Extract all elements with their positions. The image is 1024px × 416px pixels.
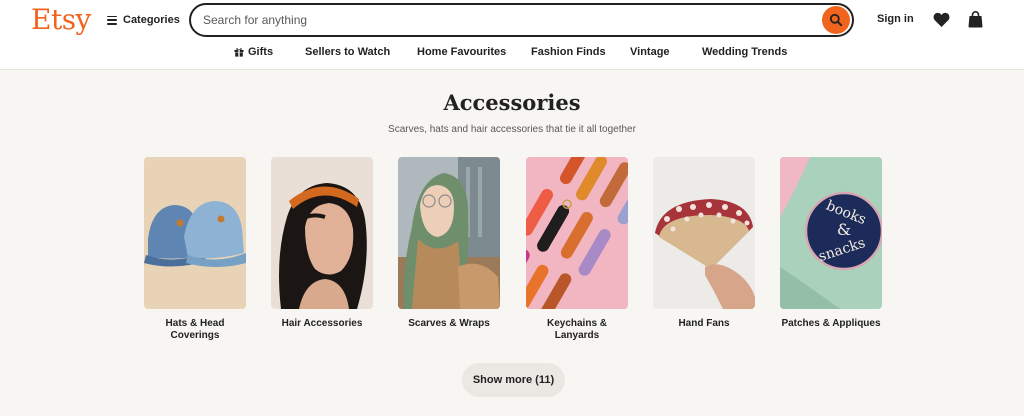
categories-label: Categories [123,14,180,26]
hats-image [144,157,246,309]
keychains-lanyards-image [526,157,628,309]
search-icon [829,13,843,27]
cart-button[interactable] [968,11,983,33]
category-tile-hats[interactable]: Hats & Head Coverings [144,157,246,342]
categories-button[interactable]: Categories [107,12,180,28]
patches-appliques-image: books & snacks [780,157,882,309]
category-tile-hand-fans[interactable]: Hand Fans [653,157,755,330]
tile-label: Hand Fans [678,318,730,329]
nav-item-wedding-trends[interactable]: Wedding Trends [702,46,787,58]
heart-icon [933,12,950,27]
gift-icon [234,48,244,57]
search-button[interactable] [822,6,850,34]
nav-item-vintage[interactable]: Vintage [630,46,670,58]
nav-item-fashion-finds[interactable]: Fashion Finds [531,46,606,58]
nav-item-label: Sellers to Watch [305,46,391,58]
nav-item-label: Gifts [248,46,274,58]
search-bar [189,3,854,37]
section-title: Accessories [443,90,581,115]
tile-label: Keychains & Lanyards [546,318,608,341]
site-header: Etsy Categories Sign in [0,0,1024,70]
nav-item-label: Fashion Finds [531,46,606,58]
section-subtitle: Scarves, hats and hair accessories that … [388,124,636,135]
show-more-button[interactable]: Show more (11) [462,363,565,397]
nav-item-sellers-to-watch[interactable]: Sellers to Watch [305,46,390,58]
nav-item-home-favourites[interactable]: Home Favourites [417,46,506,58]
menu-icon [107,15,117,25]
nav-item-gifts[interactable]: Gifts [234,46,273,58]
category-tile-scarves-wraps[interactable]: Scarves & Wraps [398,157,500,330]
svg-text:&: & [837,220,851,239]
nav-item-label: Wedding Trends [702,46,788,58]
category-tile-hair-accessories[interactable]: Hair Accessories [271,157,373,330]
nav-item-label: Home Favourites [417,46,507,58]
etsy-logo[interactable]: Etsy [31,3,91,36]
category-nav: Gifts Sellers to Watch Home Favourites F… [0,44,1024,62]
scarves-wraps-image [398,157,500,309]
tile-label: Scarves & Wraps [408,318,490,329]
tile-label: Patches & Appliques [781,318,881,329]
category-tile-patches-appliques[interactable]: books & snacks Patches & Appliques [780,157,882,330]
nav-item-label: Vintage [630,46,670,58]
hair-accessories-image [271,157,373,309]
tile-label: Hats & Head Coverings [165,318,225,341]
search-input[interactable] [203,5,803,35]
favourites-button[interactable] [933,12,950,32]
tile-label: Hair Accessories [281,318,363,329]
sign-in-link[interactable]: Sign in [877,13,914,25]
hand-fans-image [653,157,755,309]
shopping-bag-icon [968,11,983,28]
category-tile-keychains-lanyards[interactable]: Keychains & Lanyards [526,157,628,342]
